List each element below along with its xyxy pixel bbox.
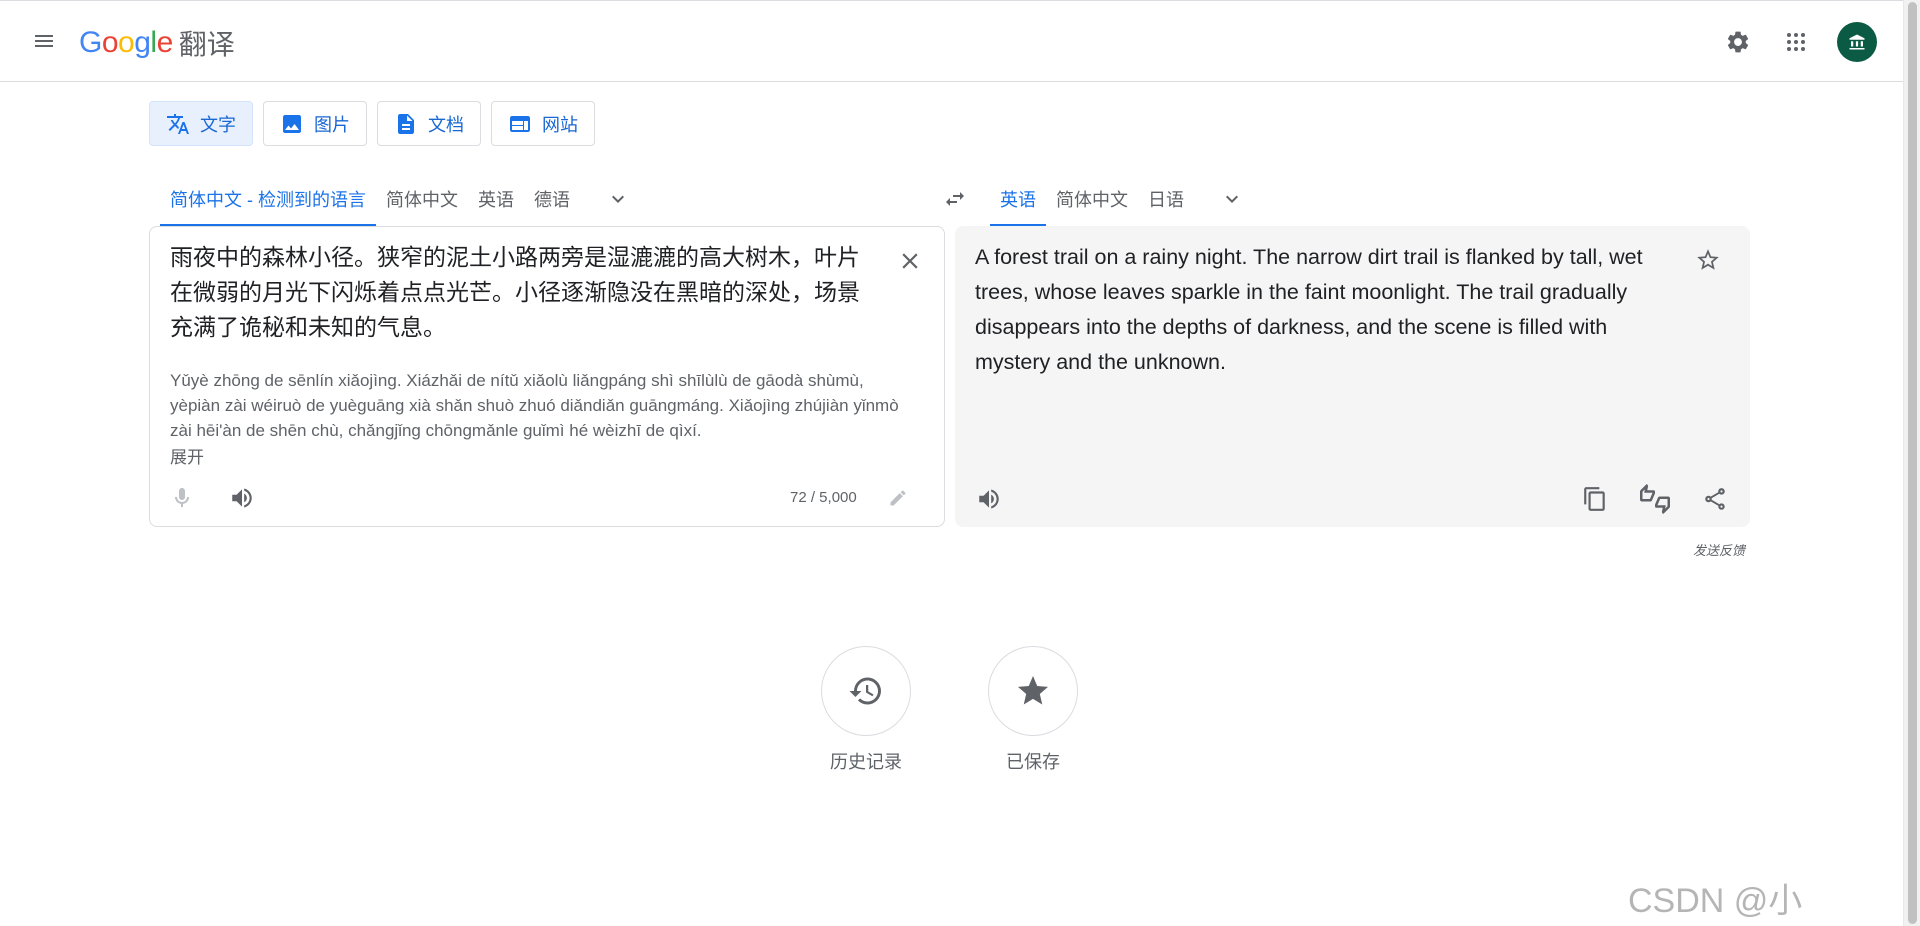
translate-icon	[167, 113, 189, 134]
translation-output-panel: A forest trail on a rainy night. The nar…	[955, 226, 1750, 527]
mode-tab-translate[interactable]: 文字	[149, 101, 253, 146]
logo-letter: e	[156, 26, 174, 59]
scrollbar-thumb[interactable]	[1908, 2, 1917, 924]
google-translate-logo[interactable]: Google 翻译	[79, 23, 235, 63]
target-language-more-button[interactable]	[1212, 172, 1252, 226]
history-label: 历史记录	[830, 752, 902, 772]
target-language-tab[interactable]: 日语	[1138, 172, 1194, 226]
share-icon	[1705, 488, 1725, 510]
pencil-icon	[890, 490, 906, 506]
logo-letter: o	[101, 26, 119, 59]
send-feedback-link[interactable]: 发送反馈	[1693, 540, 1745, 559]
target-language-tab[interactable]: 简体中文	[1046, 172, 1138, 226]
listen-translation-button[interactable]	[969, 479, 1009, 519]
source-language-bar: 简体中文 - 检测到的语言 简体中文 英语 德语	[160, 172, 638, 226]
clear-source-button[interactable]	[892, 243, 928, 279]
csdn-watermark: CSDN @小	[1628, 882, 1803, 920]
chevron-down-icon	[1226, 195, 1238, 203]
saved-button[interactable]: 已保存	[988, 646, 1078, 774]
mode-tab-label: 网站	[542, 114, 578, 135]
input-mode-tabs: 文字 图片 文档 网站	[149, 101, 595, 146]
saved-label: 已保存	[1006, 752, 1060, 772]
target-language-tab[interactable]: 英语	[990, 172, 1046, 226]
speaker-icon	[232, 488, 252, 508]
product-name: 翻译	[178, 28, 235, 61]
history-icon	[849, 677, 881, 705]
mode-tab-label: 图片	[314, 114, 350, 135]
source-text-input[interactable]: 雨夜中的森林小径。狭窄的泥土小路两旁是湿漉漉的高大树木，叶片在微弱的月光下闪烁着…	[170, 241, 880, 346]
edit-button[interactable]	[880, 480, 916, 516]
swap-arrows-icon	[946, 192, 964, 206]
mode-tab-label: 文档	[428, 114, 464, 135]
website-icon	[510, 115, 530, 132]
copy-translation-button[interactable]	[1575, 479, 1615, 519]
source-language-more-button[interactable]	[598, 172, 638, 226]
settings-button[interactable]	[1719, 23, 1757, 61]
character-counter: 72 / 5,000	[790, 489, 857, 506]
gear-icon	[1727, 31, 1749, 53]
mode-tab-label: 文字	[200, 114, 236, 135]
image-icon	[283, 114, 301, 133]
logo-letter: G	[79, 26, 102, 59]
speaker-icon	[979, 489, 999, 509]
swap-languages-button[interactable]	[934, 178, 976, 220]
history-circle[interactable]	[821, 646, 911, 736]
source-language-tab[interactable]: 德语	[524, 172, 580, 226]
hamburger-menu-icon	[35, 35, 53, 47]
google-wordmark: Google	[79, 26, 173, 60]
save-translation-button[interactable]	[1690, 242, 1726, 278]
voice-input-button[interactable]	[164, 480, 200, 516]
mode-tab-website[interactable]: 网站	[491, 101, 595, 146]
top-app-bar: Google 翻译	[0, 0, 1903, 82]
apps-grid-icon	[1787, 33, 1805, 51]
main-menu-button[interactable]	[26, 23, 62, 59]
chevron-down-icon	[612, 195, 624, 203]
close-icon	[902, 253, 918, 269]
account-avatar[interactable]	[1837, 22, 1877, 62]
avatar-building-icon	[1849, 34, 1865, 50]
history-button[interactable]: 历史记录	[821, 646, 911, 774]
star-outline-icon	[1697, 249, 1719, 270]
rate-translation-button[interactable]	[1635, 479, 1675, 519]
saved-circle[interactable]	[988, 646, 1078, 736]
copy-icon	[1584, 487, 1605, 511]
source-language-tab[interactable]: 简体中文	[376, 172, 468, 226]
translation-text: A forest trail on a rainy night. The nar…	[975, 245, 1643, 374]
microphone-icon	[175, 488, 189, 507]
logo-letter: g	[134, 26, 151, 59]
source-text-panel: 雨夜中的森林小径。狭窄的泥土小路两旁是湿漉漉的高大树木，叶片在微弱的月光下闪烁着…	[149, 226, 945, 527]
source-transliteration: Yǔyè zhōng de sēnlín xiǎojìng. Xiázhǎi d…	[170, 371, 899, 440]
document-icon	[398, 113, 414, 134]
mode-tab-document[interactable]: 文档	[377, 101, 481, 146]
source-language-tab[interactable]: 简体中文 - 检测到的语言	[160, 172, 376, 226]
mode-tab-image[interactable]: 图片	[263, 101, 367, 146]
share-translation-button[interactable]	[1695, 479, 1735, 519]
expand-transliteration-link[interactable]: 展开	[170, 443, 204, 468]
source-language-tab[interactable]: 英语	[468, 172, 524, 226]
logo-letter: o	[118, 26, 135, 59]
apps-button[interactable]	[1777, 23, 1815, 61]
thumbs-up-down-icon	[1640, 484, 1670, 514]
page-scrollbar[interactable]	[1903, 0, 1920, 926]
target-language-bar: 英语 简体中文 日语	[990, 172, 1252, 226]
listen-source-button[interactable]	[224, 480, 260, 516]
star-filled-icon	[1018, 676, 1048, 705]
